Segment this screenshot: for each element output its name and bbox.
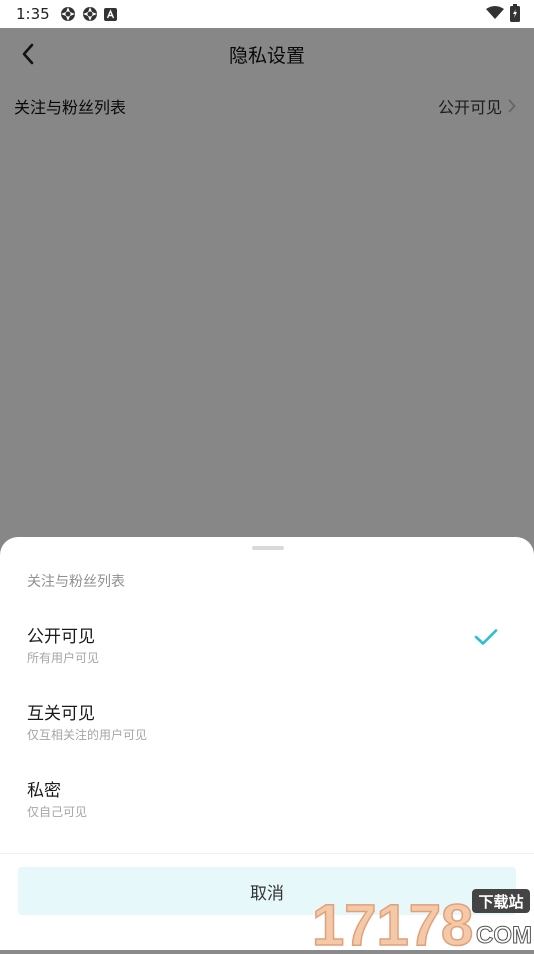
- battery-charging-icon: [510, 4, 520, 26]
- watermark-domain: COM: [476, 922, 532, 949]
- option-desc: 所有用户可见: [27, 651, 100, 665]
- option-title: 私密: [27, 781, 61, 801]
- camera-shutter-icon: [82, 6, 98, 22]
- watermark-tag: 下载站: [478, 893, 523, 911]
- watermark-logo: 17178 下载站 COM: [304, 885, 534, 954]
- option-private[interactable]: 私密 仅自己可见: [0, 776, 534, 838]
- option-public[interactable]: 公开可见 所有用户可见: [0, 622, 534, 684]
- status-time: 1:35: [16, 5, 50, 23]
- sheet-title: 关注与粉丝列表: [27, 574, 125, 590]
- watermark-number: 17178: [312, 893, 473, 950]
- app-a-icon: [103, 7, 117, 21]
- wifi-icon: [486, 6, 504, 24]
- option-title: 互关可见: [27, 704, 95, 724]
- camera-shutter-icon: [60, 6, 76, 22]
- option-title: 公开可见: [27, 627, 95, 647]
- divider: [0, 853, 534, 854]
- option-mutual[interactable]: 互关可见 仅互相关注的用户可见: [0, 699, 534, 761]
- sheet-drag-handle[interactable]: [252, 546, 284, 550]
- status-bar: 1:35: [0, 0, 534, 28]
- option-desc: 仅自己可见: [27, 805, 88, 819]
- checkmark-icon: [474, 628, 498, 650]
- option-desc: 仅互相关注的用户可见: [27, 728, 148, 742]
